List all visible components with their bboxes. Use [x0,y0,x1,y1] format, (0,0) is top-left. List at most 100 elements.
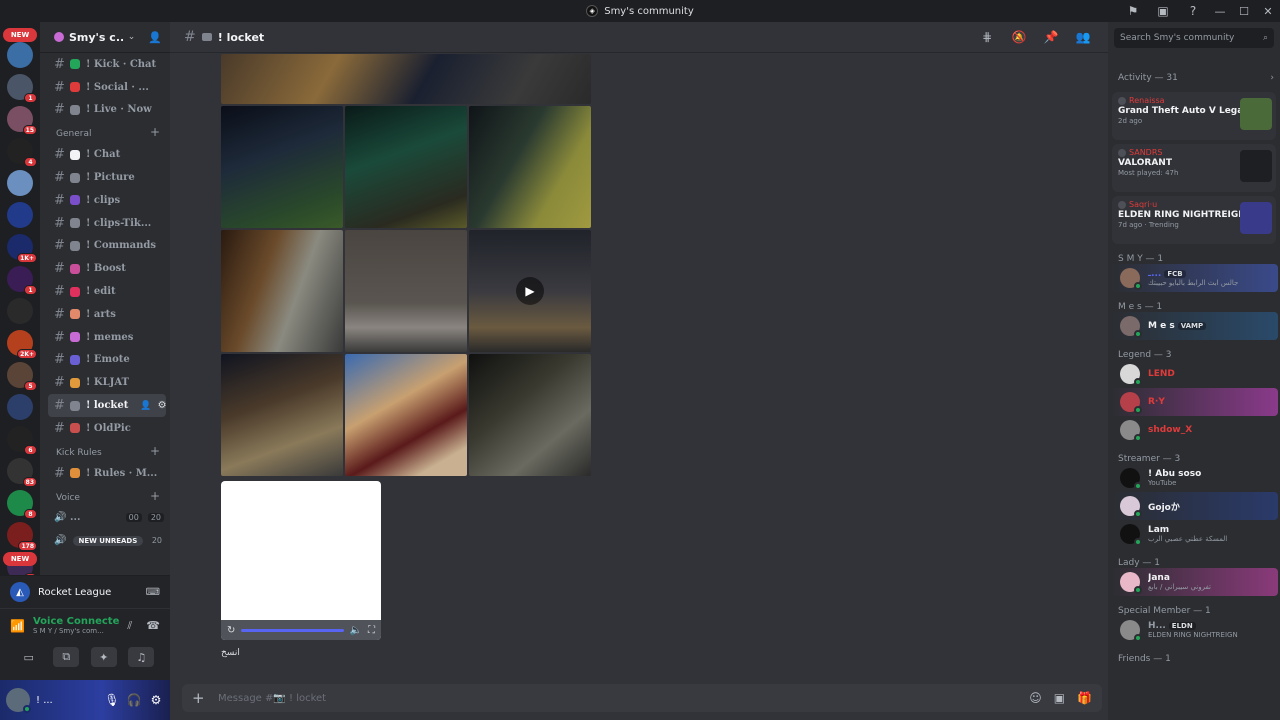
member-item[interactable]: Lam المسكة عطني عصبي الرب [1110,520,1278,548]
flag-icon[interactable]: ⚑ [1118,0,1148,22]
channel-item[interactable]: # ! clips [40,189,170,212]
channel-item[interactable]: # ! arts [40,303,170,326]
headphones-icon[interactable]: 🎧 [126,693,142,707]
server-icon[interactable] [7,394,33,420]
server-icon[interactable] [7,170,33,196]
avatar[interactable] [6,688,31,713]
server-icon[interactable]: 178 [7,522,37,551]
video-player[interactable]: ↻ 🔈 ⛶ [221,481,381,640]
activity-card[interactable]: SANDRS VALORANT Most played: 47h [1112,144,1276,192]
channel-settings-icon[interactable]: ⚙ [158,400,166,411]
invite-icon[interactable]: 👤 [140,401,151,411]
channel-item[interactable]: # ! KLJAT [40,371,170,394]
server-icon[interactable]: 1 [7,74,37,103]
photo-tile[interactable] [469,354,591,476]
add-member-icon[interactable]: 👤 [148,31,162,44]
voice-channel[interactable]: 🔊 ... 00 20 [40,507,170,530]
photo-tile[interactable] [221,230,343,352]
member-item[interactable]: Gojoか [1110,492,1278,520]
activity-header[interactable]: Activity — 31 › [1108,68,1280,88]
screen-share-icon[interactable]: ⧉ [53,647,80,667]
server-icon[interactable]: 1K+ [7,234,37,263]
user-name[interactable]: ! ... [36,695,98,706]
photo-tile[interactable] [345,230,467,352]
server-icon[interactable]: 5 [7,362,37,391]
channel-item[interactable]: # ! Boost [40,257,170,280]
video-tile[interactable]: ▶ [469,230,591,352]
server-icon[interactable]: 15 [7,106,37,135]
member-item[interactable]: M e s VAMP [1110,312,1278,340]
activities-icon[interactable]: ✦ [90,647,117,667]
member-item[interactable]: R·Y [1110,388,1278,416]
channel-item[interactable]: # ! Social · ... [40,76,170,99]
channel-item[interactable]: # ! OldPic [40,417,170,440]
photo-tile[interactable] [345,354,467,476]
server-icon[interactable]: 83 [7,458,37,487]
channel-item[interactable]: # ! memes [40,326,170,349]
settings-gear-icon[interactable]: ⚙ [148,693,164,707]
sticker-icon[interactable]: ▣ [1054,691,1065,705]
member-item[interactable]: shdow_X [1110,416,1278,444]
search-input[interactable]: Search Smy's community ⌕ [1114,28,1274,48]
photo-tile[interactable] [469,106,591,228]
rocket-league-row[interactable]: ◭ Rocket League ⌨ [0,576,170,608]
camera-icon[interactable]: ▭ [16,647,42,667]
voice-title[interactable]: Voice Connecte [33,616,119,627]
photo-tile[interactable] [221,354,343,476]
channel-item[interactable]: # ! Live · Now [40,99,170,122]
server-icon[interactable] [7,202,33,228]
add-channel-icon[interactable]: + [150,125,160,139]
member-item[interactable]: H... ELDN ELDEN RING NIGHTREIGN [1110,616,1278,644]
close-button[interactable]: ✕ [1256,0,1280,22]
channel-item[interactable]: # ! Rules · M... [40,462,170,485]
video-progress-bar[interactable] [241,628,344,632]
new-unreads-top-pill[interactable]: NEW [3,28,37,42]
new-unreads-bottom-pill[interactable]: NEW [3,552,37,566]
channel-item[interactable]: # ! Picture [40,166,170,189]
category-voice[interactable]: Voice + [40,485,170,507]
channel-item[interactable]: # ! locket 👤 ⚙ [48,394,166,417]
new-unreads-pill[interactable]: NEW UNREADS [72,535,144,546]
threads-icon[interactable]: ⋕ [974,30,1000,44]
server-icon[interactable]: 1 [7,266,37,295]
member-item[interactable]: ـ... FCB جالس ابث الرابط بالبايو حبيبتك [1110,264,1278,292]
add-channel-icon[interactable]: + [150,489,160,503]
activity-card[interactable]: Renaissa Grand Theft Auto V Legacy 2d ago [1112,92,1276,140]
inbox-icon[interactable]: ▣ [1148,0,1178,22]
server-icon[interactable]: 4 [7,138,37,167]
channel-item[interactable]: # ! clips-Tik... [40,212,170,235]
guild-header[interactable]: Smy's c... ⌄ 👤 [40,22,170,53]
channel-item[interactable]: # ! edit [40,280,170,303]
new-unreads-bar[interactable]: 🔊 NEW UNREADS 20 [40,529,170,552]
message-input[interactable]: Message #📷 ! locket [218,693,1017,704]
emoji-icon[interactable]: ☺ [1029,691,1042,705]
photo-tile[interactable] [345,106,467,228]
noise-suppression-icon[interactable]: ⫽ [127,619,132,633]
photo-tile[interactable] [221,54,591,104]
activity-card[interactable]: Saqri·u ELDEN RING NIGHTREIGN 7d ago · Tre… [1112,196,1276,244]
soundboard-icon[interactable]: ♫ [128,647,155,667]
server-icon[interactable]: 2K+ [7,330,37,359]
photo-tile[interactable] [221,106,343,228]
volume-icon[interactable]: 🔈 [350,625,362,636]
microphone-icon[interactable]: 🎙 [104,693,120,707]
chevron-right-icon[interactable]: › [1270,73,1274,83]
server-icon[interactable] [7,42,33,68]
play-icon[interactable]: ▶ [516,277,544,305]
voice-subtitle[interactable]: S M Y / Smy's com... [33,627,119,635]
maximize-button[interactable]: ☐ [1232,0,1256,22]
channel-item[interactable]: # ! Emote [40,349,170,372]
mute-notifications-icon[interactable]: 🔕 [1006,30,1032,44]
fullscreen-icon[interactable]: ⛶ [368,625,375,636]
server-icon[interactable] [7,298,33,324]
channel-item[interactable]: # ! Commands [40,235,170,258]
gift-icon[interactable]: 🎁 [1077,691,1092,705]
category-general[interactable]: General + [40,121,170,143]
member-item[interactable]: LEND [1110,360,1278,388]
game-controller-icon[interactable]: ⌨ [146,587,160,598]
add-channel-icon[interactable]: + [150,444,160,458]
server-icon[interactable]: 6 [7,426,37,455]
pin-icon[interactable]: 📌 [1038,30,1064,44]
server-icon[interactable]: 8 [7,490,37,519]
disconnect-icon[interactable]: ☎ [146,619,160,632]
